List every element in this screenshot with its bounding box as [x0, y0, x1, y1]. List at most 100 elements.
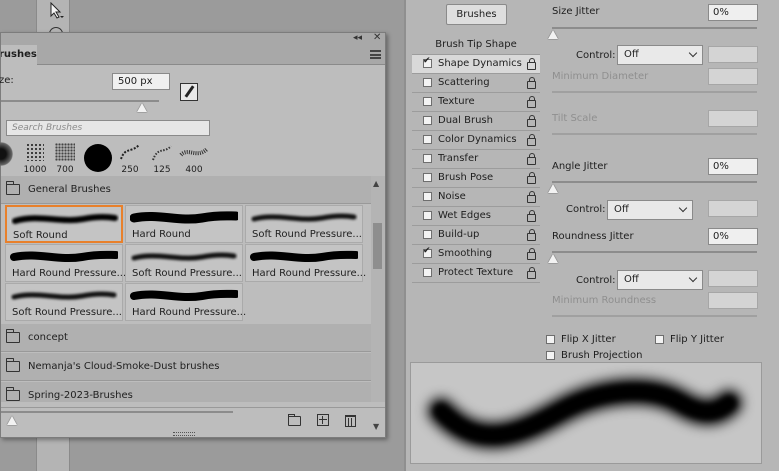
size-jitter-input[interactable]: 0% [708, 4, 758, 21]
lock-icon[interactable] [527, 229, 536, 241]
brush-item[interactable]: Soft Round Pressure... [5, 283, 123, 321]
recent-brush[interactable] [83, 141, 113, 175]
size-input[interactable]: 500 px [112, 73, 170, 90]
brush-option-item[interactable]: Build-up [412, 226, 540, 245]
tilt-scale-input[interactable] [708, 110, 758, 127]
brush-item[interactable]: Hard Round Pressure... [125, 283, 246, 321]
brush-option-item[interactable]: Brush Pose [412, 169, 540, 188]
collapse-icon[interactable]: ◂◂ [353, 33, 362, 43]
brush-item[interactable]: Soft Round [5, 205, 123, 243]
option-checkbox[interactable] [423, 192, 432, 201]
new-brush-icon[interactable] [317, 414, 329, 426]
angle-jitter-thumb[interactable] [548, 184, 558, 193]
brush-option-item[interactable]: Smoothing [412, 245, 540, 264]
angle-control-select[interactable]: Off [607, 200, 693, 220]
brush-group[interactable]: concept [1, 324, 371, 352]
scrollbar-thumb[interactable] [373, 223, 382, 269]
option-checkbox[interactable] [423, 211, 432, 220]
lock-icon[interactable] [527, 191, 536, 203]
edit-brush-icon[interactable] [180, 83, 198, 101]
brush-group[interactable]: Nemanja's Cloud-Smoke-Dust brushes [1, 353, 371, 381]
brush-option-item[interactable]: Scattering [412, 74, 540, 93]
close-icon[interactable]: ✕ [373, 32, 381, 43]
lock-icon[interactable] [527, 248, 536, 260]
option-checkbox[interactable] [423, 154, 432, 163]
size-control-input[interactable] [708, 46, 758, 63]
lock-icon[interactable] [527, 134, 536, 146]
minimum-roundness-input[interactable] [708, 292, 758, 309]
option-checkbox[interactable] [423, 230, 432, 239]
option-checkbox[interactable] [423, 246, 432, 258]
roundness-control-select[interactable]: Off [617, 270, 703, 290]
roundness-control-input[interactable] [708, 270, 758, 287]
roundness-jitter-input[interactable]: 0% [708, 228, 758, 245]
lock-icon[interactable] [527, 210, 536, 222]
brush-item[interactable]: Soft Round Pressure... [125, 244, 243, 282]
brush-option-item[interactable]: Transfer [412, 150, 540, 169]
resize-gripper[interactable] [173, 432, 195, 436]
preview-size-slider-thumb[interactable] [7, 416, 17, 425]
lock-icon[interactable] [527, 58, 536, 70]
recent-brush[interactable] [0, 141, 17, 175]
brush-option-item[interactable]: Protect Texture [412, 264, 540, 283]
angle-jitter-track[interactable] [552, 181, 757, 183]
panel-title-bar[interactable]: ◂◂ ✕ [1, 32, 385, 45]
brush-item[interactable]: Hard Round Pressure... [5, 244, 126, 282]
brush-tip-shape-item[interactable]: Brush Tip Shape [412, 36, 540, 55]
brush-option-item[interactable]: Shape Dynamics [412, 55, 540, 74]
tab-brushes[interactable]: rushes [1, 45, 37, 65]
option-checkbox[interactable] [423, 97, 432, 106]
scroll-up-icon[interactable]: ▲ [373, 179, 379, 188]
option-checkbox[interactable] [423, 78, 432, 87]
move-tool-icon[interactable] [48, 2, 66, 20]
lock-icon[interactable] [527, 267, 536, 279]
brush-option-item[interactable]: Noise [412, 188, 540, 207]
brush-item[interactable]: Hard Round [125, 205, 243, 243]
option-checkbox[interactable] [423, 268, 432, 277]
trash-icon[interactable] [345, 415, 356, 427]
recent-brush[interactable]: 400 [178, 141, 210, 175]
size-slider-track[interactable] [1, 100, 159, 102]
recent-brush[interactable]: 125 [148, 141, 176, 175]
panel-menu-icon[interactable] [370, 50, 381, 59]
brush-item[interactable]: Hard Round Pressure... [245, 244, 366, 282]
lock-icon[interactable] [527, 77, 536, 89]
recent-brush[interactable]: 250 [117, 141, 143, 175]
size-control-select[interactable]: Off [617, 45, 703, 65]
minimum-diameter-input[interactable] [708, 68, 758, 85]
brush-group[interactable]: General Brushes [1, 176, 371, 204]
search-brushes-input[interactable]: Search Brushes [6, 120, 210, 136]
lock-icon[interactable] [527, 153, 536, 165]
option-checkbox[interactable] [423, 56, 432, 68]
minimum-roundness-track[interactable] [552, 315, 757, 317]
option-checkbox[interactable] [423, 173, 432, 182]
brush-item[interactable]: Soft Round Pressure... [245, 205, 363, 243]
angle-jitter-input[interactable]: 0% [708, 158, 758, 175]
recent-brush[interactable]: 1000 [23, 141, 47, 175]
angle-control-input[interactable] [708, 200, 758, 217]
option-checkbox[interactable] [423, 116, 432, 125]
scrollbar[interactable] [371, 176, 385, 402]
size-jitter-track[interactable] [552, 27, 757, 29]
new-group-icon[interactable] [288, 414, 301, 426]
flip-y-checkbox[interactable] [655, 335, 664, 344]
brush-option-item[interactable]: Dual Brush [412, 112, 540, 131]
preview-size-slider-track[interactable] [1, 411, 233, 413]
lock-icon[interactable] [527, 172, 536, 184]
brush-group[interactable]: Spring-2023-Brushes [1, 382, 371, 402]
recent-brush[interactable]: 700 [53, 141, 77, 175]
lock-icon[interactable] [527, 115, 536, 127]
minimum-diameter-track[interactable] [552, 91, 757, 93]
roundness-jitter-thumb[interactable] [548, 254, 558, 263]
size-slider-thumb[interactable] [137, 103, 147, 112]
brush-projection-checkbox[interactable] [546, 351, 555, 360]
roundness-jitter-track[interactable] [552, 251, 757, 253]
size-jitter-thumb[interactable] [548, 30, 558, 39]
brush-option-item[interactable]: Color Dynamics [412, 131, 540, 150]
tilt-scale-track[interactable] [552, 133, 757, 135]
lock-icon[interactable] [527, 96, 536, 108]
brush-option-item[interactable]: Texture [412, 93, 540, 112]
flip-x-checkbox[interactable] [546, 335, 555, 344]
option-checkbox[interactable] [423, 135, 432, 144]
brushes-button[interactable]: Brushes [446, 4, 507, 25]
